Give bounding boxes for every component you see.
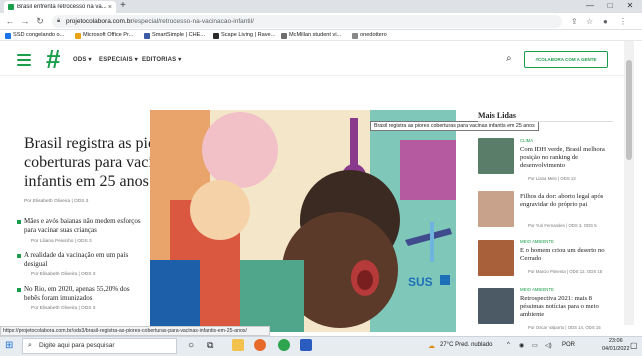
- sus-logo: SUS: [408, 275, 433, 289]
- sidebar-thumbnail[interactable]: [478, 191, 514, 227]
- word-icon[interactable]: [300, 339, 312, 351]
- hero-illustration-art: SUS: [150, 110, 456, 332]
- firefox-icon[interactable]: [254, 339, 266, 351]
- bookmark-item[interactable]: SSD congelando o...: [5, 30, 64, 41]
- new-tab-button[interactable]: +: [120, 0, 126, 11]
- bookmark-icon: [75, 32, 81, 39]
- taskbar-search-input[interactable]: ⌕ Digite aqui para pesquisar: [22, 338, 177, 354]
- weather-icon[interactable]: ☁: [428, 342, 435, 350]
- sidebar-byline: Por Oscar Valporto | ODS 14, ODS 15: [528, 325, 601, 330]
- sidebar-thumbnail[interactable]: [478, 288, 514, 324]
- bookmark-item[interactable]: Microsoft Office Pr...: [75, 30, 133, 41]
- taskbar-clock[interactable]: 23:06 04/01/2022: [602, 337, 630, 353]
- windows-start-icon[interactable]: ⊞: [5, 340, 13, 352]
- sidebar-article-title[interactable]: E o homem criou um deserto no Cerrado: [520, 247, 615, 263]
- share-icon[interactable]: ⇪: [571, 15, 578, 28]
- tray-chevron-icon[interactable]: ^: [507, 342, 510, 348]
- bookmark-icon: [213, 32, 219, 39]
- browser-menu-icon[interactable]: ⋮: [619, 15, 627, 28]
- bookmark-item[interactable]: Scape Living | Rave...: [213, 30, 275, 41]
- back-icon[interactable]: ←: [4, 14, 16, 28]
- network-icon[interactable]: ◉: [519, 342, 524, 349]
- sidebar-divider: [478, 121, 613, 122]
- browser-tab[interactable]: Brasil enfrenta retrocesso na va... ×: [4, 1, 116, 13]
- minimize-button[interactable]: —: [580, 0, 600, 12]
- cortana-icon[interactable]: ○: [188, 339, 194, 352]
- notifications-icon[interactable]: ▢: [630, 341, 638, 350]
- search-icon[interactable]: ⌕: [506, 53, 512, 64]
- clock-date: 04/01/2022: [602, 346, 630, 352]
- tab-close-icon[interactable]: ×: [108, 4, 112, 11]
- bookmark-item[interactable]: McMillan student vi...: [281, 30, 341, 41]
- menu-ods[interactable]: ODS ▾: [73, 56, 92, 63]
- sidebar-article-title[interactable]: Retrospectiva 2021: mais 8 péssimas notí…: [520, 295, 615, 319]
- sidebar-thumbnail[interactable]: [478, 138, 514, 174]
- sidebar-byline: Por Yuri Fernandes | ODS 3, ODS 5: [528, 223, 597, 228]
- sidebar-title: Mais Lidas: [478, 111, 517, 120]
- bookmark-icon: [5, 32, 11, 39]
- bookmark-item[interactable]: onedottero: [352, 30, 387, 41]
- sidebar-article-title[interactable]: Filhos da dor: aborto legal após engravi…: [520, 193, 615, 209]
- battery-icon[interactable]: ▭: [532, 342, 538, 349]
- close-window-button[interactable]: ✕: [620, 0, 640, 12]
- search-icon: ⌕: [28, 342, 32, 349]
- sidebar-byline: Por Marcio Pimenta | ODS 12, ODS 15: [528, 269, 603, 274]
- bookmark-icon: [144, 32, 150, 39]
- tab-title: Brasil enfrenta retrocesso na va...: [17, 4, 107, 10]
- maximize-button[interactable]: □: [600, 0, 620, 12]
- related-article-byline: Por Elisabeth Oliveira | ODS 3: [31, 272, 96, 277]
- bookmark-item[interactable]: SmartSimple | CHE...: [144, 30, 205, 41]
- profile-avatar-icon[interactable]: ●: [603, 15, 608, 28]
- menu-especiais[interactable]: ESPECIAIS ▾: [99, 56, 138, 63]
- related-article-link[interactable]: No Rio, em 2020, apenas 55,20% dos bebês…: [17, 285, 146, 302]
- url-path: /especial/retrocesso-na-vacinacao-infant…: [132, 18, 254, 25]
- site-logo[interactable]: #: [46, 44, 60, 74]
- hero-illustration[interactable]: SUS: [150, 110, 456, 332]
- weather-text[interactable]: 27°C Pred. nublado: [440, 342, 492, 348]
- hamburger-menu-icon[interactable]: [17, 54, 31, 69]
- file-explorer-icon[interactable]: [232, 339, 244, 351]
- volume-icon[interactable]: ◁): [545, 342, 552, 349]
- chrome-icon[interactable]: [278, 339, 290, 351]
- colabora-cta-button[interactable]: #COLABORA COM A GENTE: [524, 51, 608, 68]
- taskbar-search-placeholder: Digite aqui para pesquisar: [39, 342, 115, 349]
- related-article-byline: Por Elisabeth Oliveira | ODS 3: [31, 306, 96, 311]
- task-view-icon[interactable]: ⧉: [207, 339, 213, 352]
- sidebar-byline: Por Liana Melo | ODS 13: [528, 176, 576, 181]
- sidebar-article-title[interactable]: Com IDH verde, Brasil melhora posição no…: [520, 146, 615, 170]
- sidebar-category[interactable]: MEIO AMBIENTE: [520, 287, 554, 292]
- status-url-bar: https://projetocolabora.com.br/ods3/bras…: [0, 326, 270, 336]
- scrollbar-thumb[interactable]: [626, 60, 632, 160]
- reload-icon[interactable]: ↻: [34, 14, 46, 28]
- related-article-link[interactable]: A realidade da vacinação em um país desi…: [17, 251, 146, 268]
- image-tooltip: Brasil registra as piores coberturas par…: [370, 121, 539, 131]
- url-domain: projetocolabora.com.br: [66, 18, 133, 25]
- bookmark-icon: [352, 32, 358, 39]
- site-favicon-icon: [8, 4, 14, 10]
- headline-byline: Por Elisabeth Oliveira | ODS 3: [24, 199, 89, 204]
- sidebar-category[interactable]: MEIO AMBIENTE: [520, 239, 554, 244]
- sidebar-category[interactable]: CLIMA: [520, 138, 533, 143]
- bookmark-star-icon[interactable]: ☆: [586, 15, 593, 28]
- menu-editorias[interactable]: EDITORIAS ▾: [142, 56, 181, 63]
- clock-time: 23:06: [608, 338, 623, 344]
- related-article-byline: Por Liliana Peixinho | ODS 3: [31, 239, 92, 244]
- bookmark-icon: [281, 32, 287, 39]
- sidebar-thumbnail[interactable]: [478, 240, 514, 276]
- language-indicator[interactable]: POR: [562, 342, 575, 348]
- address-bar[interactable]: 🔒︎ projetocolabora.com.br/especial/retro…: [52, 15, 562, 28]
- related-article-link[interactable]: Mães e avós baianas não medem esforços p…: [17, 217, 146, 234]
- lock-icon: 🔒︎: [57, 18, 61, 24]
- forward-icon[interactable]: →: [19, 14, 31, 28]
